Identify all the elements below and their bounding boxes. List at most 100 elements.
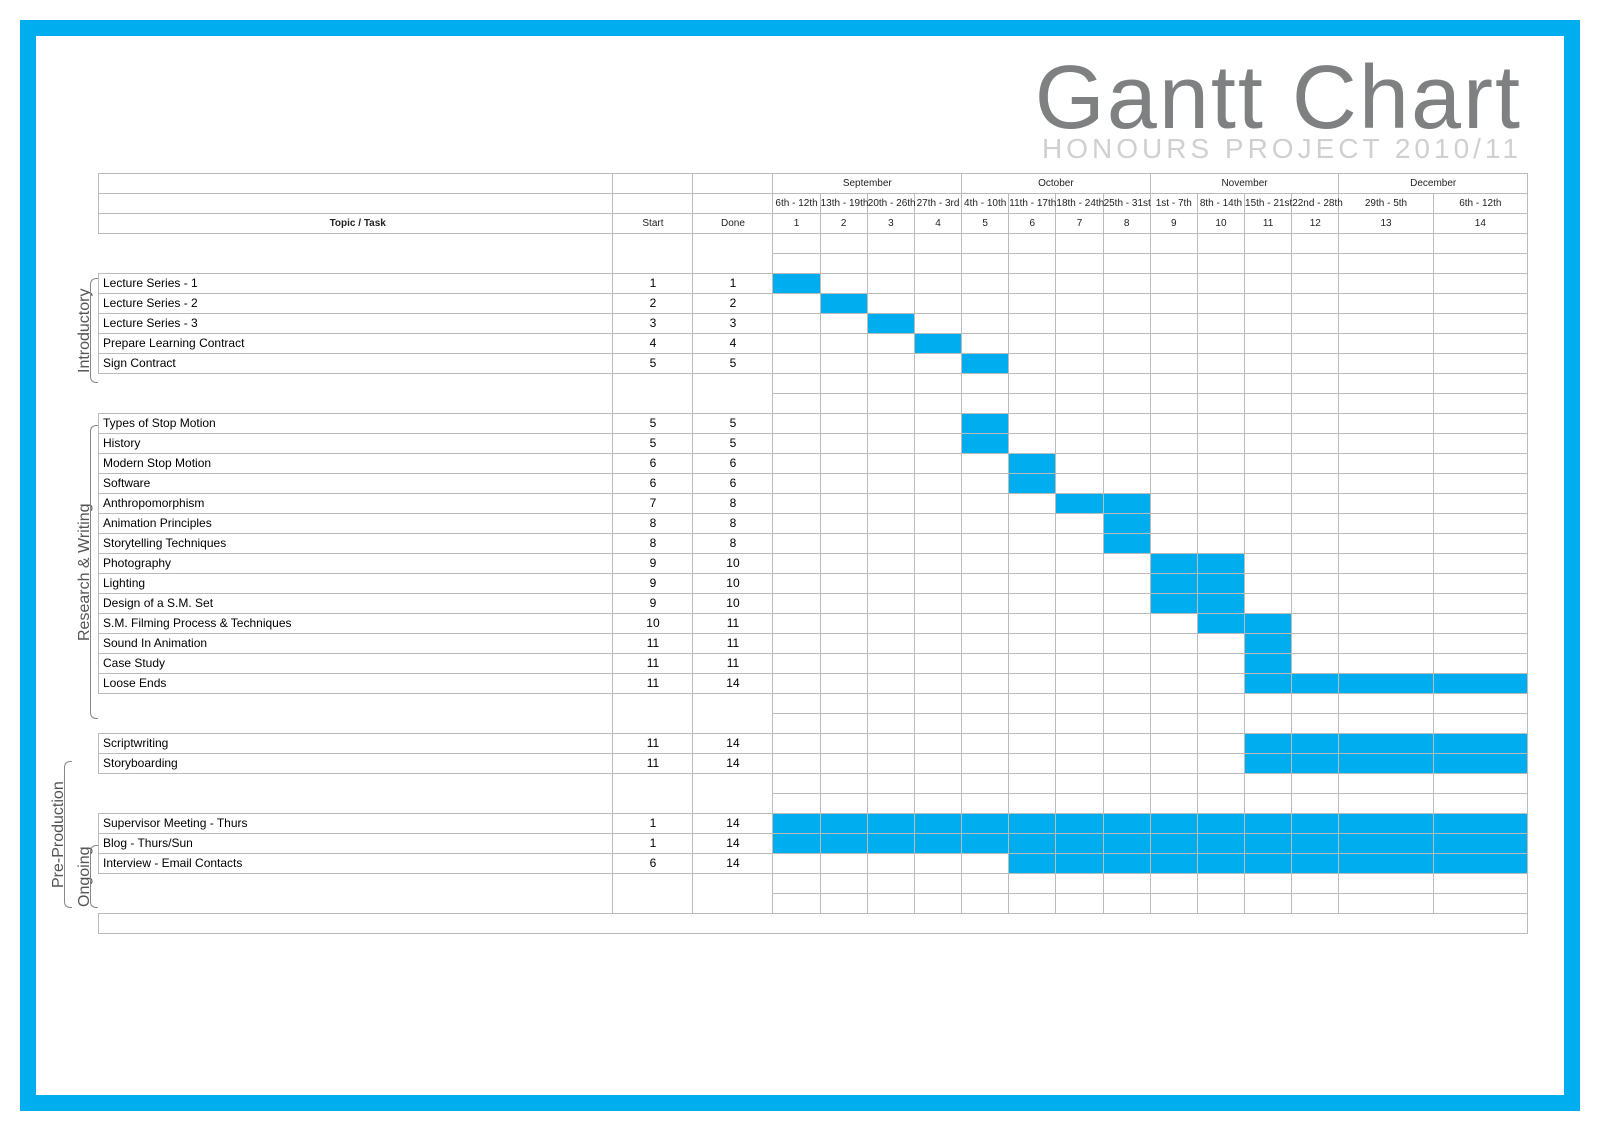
gantt-cell bbox=[1245, 393, 1292, 413]
task-name: Anthropomorphism bbox=[99, 493, 613, 513]
gantt-cell bbox=[1150, 873, 1197, 893]
date-range-header: 18th - 24th bbox=[1056, 193, 1103, 213]
gantt-cell bbox=[962, 513, 1009, 533]
task-done bbox=[693, 873, 773, 893]
gantt-cell bbox=[820, 273, 867, 293]
gantt-cell bbox=[773, 393, 820, 413]
gantt-cell bbox=[1339, 893, 1433, 913]
gantt-cell bbox=[1197, 233, 1244, 253]
task-start: 8 bbox=[613, 513, 693, 533]
gantt-cell bbox=[1056, 633, 1103, 653]
gantt-cell bbox=[1009, 553, 1056, 573]
gantt-cell bbox=[962, 893, 1009, 913]
gantt-cell bbox=[867, 633, 914, 653]
gantt-cell bbox=[1292, 653, 1339, 673]
gantt-bar-cell bbox=[1056, 493, 1103, 513]
task-done: 6 bbox=[693, 453, 773, 473]
gantt-cell bbox=[1197, 333, 1244, 353]
gantt-cell bbox=[867, 253, 914, 273]
gantt-cell bbox=[1150, 493, 1197, 513]
gantt-cell bbox=[1339, 593, 1433, 613]
gantt-cell bbox=[914, 793, 961, 813]
gantt-cell bbox=[1245, 293, 1292, 313]
gantt-cell bbox=[1197, 313, 1244, 333]
gantt-bar-cell bbox=[1103, 533, 1150, 553]
task-done: 5 bbox=[693, 433, 773, 453]
task-name: History bbox=[99, 433, 613, 453]
gantt-cell bbox=[1339, 513, 1433, 533]
gantt-cell bbox=[1433, 633, 1527, 653]
gantt-cell bbox=[1292, 233, 1339, 253]
gantt-cell bbox=[867, 713, 914, 733]
gantt-cell bbox=[867, 413, 914, 433]
gantt-cell bbox=[1150, 633, 1197, 653]
gantt-bar-cell bbox=[820, 293, 867, 313]
task-name: Lecture Series - 1 bbox=[99, 273, 613, 293]
task-done: 5 bbox=[693, 353, 773, 373]
task-start: 2 bbox=[613, 293, 693, 313]
gantt-cell bbox=[1292, 693, 1339, 713]
gantt-cell bbox=[820, 773, 867, 793]
gantt-cell bbox=[820, 633, 867, 653]
task-start bbox=[613, 693, 693, 713]
gantt-cell bbox=[1245, 873, 1292, 893]
date-range-header: 22nd - 28th bbox=[1292, 193, 1339, 213]
task-done bbox=[693, 393, 773, 413]
gantt-cell bbox=[1056, 613, 1103, 633]
gantt-cell bbox=[914, 453, 961, 473]
date-range-header: 29th - 5th bbox=[1339, 193, 1433, 213]
gantt-bar-cell bbox=[1103, 813, 1150, 833]
gantt-cell bbox=[1056, 513, 1103, 533]
gantt-cell bbox=[867, 613, 914, 633]
gantt-bar-cell bbox=[1056, 813, 1103, 833]
gantt-cell bbox=[1197, 753, 1244, 773]
gantt-bar-cell bbox=[867, 813, 914, 833]
gantt-cell bbox=[1433, 513, 1527, 533]
gantt-cell bbox=[1245, 333, 1292, 353]
task-done: 14 bbox=[693, 753, 773, 773]
gantt-cell bbox=[1103, 373, 1150, 393]
gantt-cell bbox=[1245, 473, 1292, 493]
gantt-cell bbox=[1056, 413, 1103, 433]
gantt-cell bbox=[1056, 393, 1103, 413]
gantt-cell bbox=[1292, 633, 1339, 653]
gantt-cell bbox=[1339, 773, 1433, 793]
gantt-cell bbox=[1150, 753, 1197, 773]
task-done bbox=[693, 773, 773, 793]
gantt-cell bbox=[867, 793, 914, 813]
gantt-cell bbox=[1150, 333, 1197, 353]
task-name: Scriptwriting bbox=[99, 733, 613, 753]
task-start: 5 bbox=[613, 433, 693, 453]
gantt-cell bbox=[867, 773, 914, 793]
gantt-cell bbox=[1245, 413, 1292, 433]
gantt-bar-cell bbox=[1245, 813, 1292, 833]
gantt-cell bbox=[1433, 373, 1527, 393]
gantt-cell bbox=[1103, 753, 1150, 773]
gantt-bar-cell bbox=[1197, 573, 1244, 593]
task-name: Interview - Email Contacts bbox=[99, 853, 613, 873]
gantt-cell bbox=[914, 473, 961, 493]
gantt-cell bbox=[867, 293, 914, 313]
gantt-cell bbox=[1150, 453, 1197, 473]
gantt-cell bbox=[1433, 293, 1527, 313]
gantt-cell bbox=[1433, 393, 1527, 413]
gantt-cell bbox=[1150, 413, 1197, 433]
gantt-bar-cell bbox=[1150, 813, 1197, 833]
task-done: 1 bbox=[693, 273, 773, 293]
task-start: 6 bbox=[613, 453, 693, 473]
gantt-cell bbox=[1197, 773, 1244, 793]
gantt-cell bbox=[962, 653, 1009, 673]
gantt-cell bbox=[962, 873, 1009, 893]
gantt-cell bbox=[1150, 673, 1197, 693]
gantt-cell bbox=[1150, 513, 1197, 533]
gantt-bar-cell bbox=[1433, 673, 1527, 693]
gantt-cell bbox=[1103, 573, 1150, 593]
gantt-cell bbox=[820, 613, 867, 633]
task-done: 8 bbox=[693, 493, 773, 513]
gantt-cell bbox=[1245, 793, 1292, 813]
gantt-cell bbox=[773, 593, 820, 613]
task-start bbox=[613, 253, 693, 273]
gantt-bar-cell bbox=[1433, 753, 1527, 773]
gantt-cell bbox=[1339, 433, 1433, 453]
gantt-cell bbox=[1245, 533, 1292, 553]
